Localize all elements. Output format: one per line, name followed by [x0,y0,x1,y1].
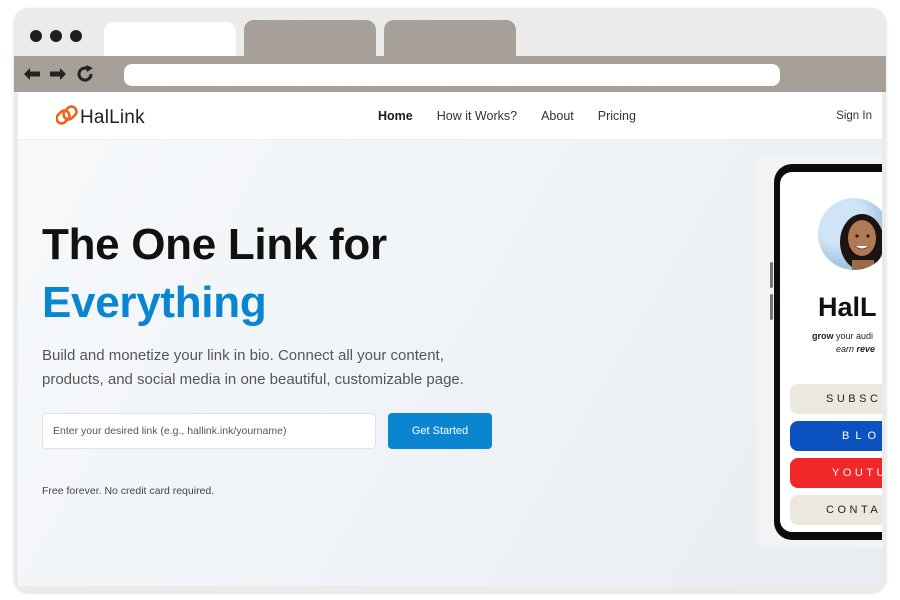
phone-screen: HalL grow your audi earn reve SUBSCRI BL… [780,172,882,532]
browser-window: HalLink Home How it Works? About Pricing… [14,8,886,592]
site-header: HalLink Home How it Works? About Pricing… [18,92,882,140]
desired-link-input[interactable] [42,413,376,449]
link-logo-icon [55,104,78,131]
address-bar[interactable] [124,64,780,86]
window-controls [30,30,82,42]
back-arrow-icon[interactable] [22,66,42,82]
phone-youtube-button[interactable]: YOUTU [790,458,882,488]
phone-side-button [770,294,773,320]
nav-item-how-it-works[interactable]: How it Works? [437,109,517,123]
hero-subtitle: Build and monetize your link in bio. Con… [42,347,464,388]
phone-contact-button[interactable]: CONTA [790,495,882,525]
profile-name: HalL [818,292,877,322]
browser-tab[interactable] [244,20,376,56]
hero-title-accent: Everything [42,278,267,327]
window-dot-close[interactable] [30,30,42,42]
sign-in-link[interactable]: Sign In [836,110,872,122]
browser-toolbar [14,56,886,92]
page-viewport: HalLink Home How it Works? About Pricing… [18,92,882,586]
profile-tagline: grow your audi [812,331,874,341]
logo[interactable]: HalLink [55,104,145,131]
nav-item-about[interactable]: About [541,109,574,123]
profile-tagline-2: earn reve [836,344,876,354]
browser-tab[interactable] [384,20,516,56]
window-dot-minimize[interactable] [50,30,62,42]
get-started-button[interactable]: Get Started [388,413,492,449]
free-note: Free forever. No credit card required. [42,485,215,497]
phone-subscribe-button[interactable]: SUBSCRI [790,384,882,414]
forward-arrow-icon[interactable] [48,66,68,82]
hero-title: The One Link for Everything [42,216,387,332]
browser-tab-active[interactable] [104,22,236,56]
reload-icon[interactable] [74,63,96,85]
nav-item-pricing[interactable]: Pricing [598,109,636,123]
phone-side-button [770,262,773,288]
window-dot-maximize[interactable] [70,30,82,42]
main-nav: Home How it Works? About Pricing [378,109,636,123]
phone-blog-button[interactable]: BLOG [790,421,882,451]
hero-title-line1: The One Link for [42,220,387,269]
logo-text: HalLink [80,106,145,128]
nav-item-home[interactable]: Home [378,109,413,123]
profile-avatar [818,198,882,270]
